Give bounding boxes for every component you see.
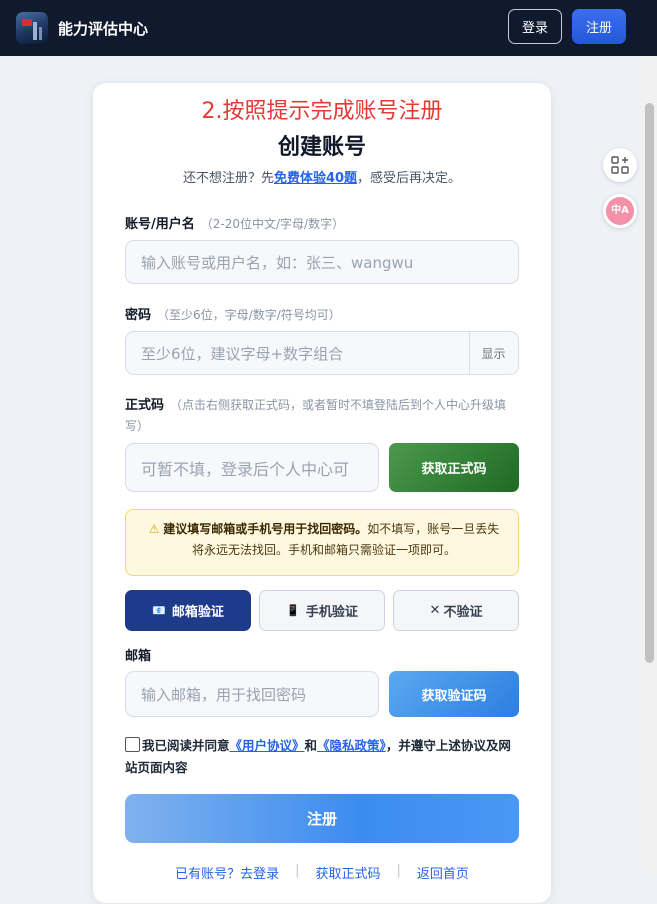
account-note: （2-20位中文/字母/数字）: [200, 217, 345, 231]
apps-icon: [611, 156, 629, 174]
brand-title[interactable]: 能力评估中心: [58, 18, 148, 39]
get-verify-code-button[interactable]: 获取验证码: [389, 671, 519, 717]
account-input[interactable]: 输入账号或用户名，如：张三、wangwu: [125, 240, 519, 284]
email-label: 邮箱: [125, 649, 152, 664]
translate-button[interactable]: 中A: [603, 194, 637, 228]
warning-icon: ⚠: [148, 522, 164, 536]
back-home-link[interactable]: 返回首页: [417, 863, 469, 882]
tower-icon: [33, 22, 37, 40]
password-label-text: 密码: [125, 308, 152, 323]
building-icon: [39, 27, 42, 40]
agreement: 我已阅读并同意《用户协议》和《隐私政策》，并遵守上述协议及网站页面内容: [125, 735, 521, 779]
phone-icon: 📱: [286, 604, 300, 617]
subtitle: 还不想注册？先免费体验40题，感受后再决定。: [93, 167, 551, 186]
warning-bold: 建议填写邮箱或手机号用于找回密码。: [163, 522, 368, 536]
email-input[interactable]: 输入邮箱，用于找回密码: [125, 671, 379, 717]
privacy-policy-link[interactable]: 《隐私政策》: [317, 738, 386, 753]
agree-and: 和: [304, 738, 318, 753]
password-input[interactable]: 至少6位，建议字母+数字组合: [125, 331, 519, 375]
tab-phone-verify[interactable]: 📱 手机验证: [259, 590, 385, 631]
code-note: （点击右侧获取正式码，或者暂时不填登陆后到个人中心升级填写）: [125, 398, 507, 433]
tab-email-label: 邮箱验证: [171, 605, 224, 620]
submit-register-button[interactable]: 注册: [125, 794, 519, 843]
close-icon: ✕: [429, 603, 441, 618]
register-card: 2.按照提示完成账号注册 创建账号 还不想注册？先免费体验40题，感受后再决定。…: [92, 82, 552, 904]
scrollbar-thumb[interactable]: [645, 103, 654, 663]
tab-no-verify[interactable]: ✕ 不验证: [393, 590, 519, 631]
tab-email-verify[interactable]: 📧 邮箱验证: [125, 590, 251, 631]
show-password-button[interactable]: 显示: [469, 331, 517, 375]
account-label-text: 账号/用户名: [125, 217, 195, 232]
tab-no-verify-label: 不验证: [443, 605, 483, 620]
agree-checkbox[interactable]: [125, 737, 140, 752]
get-code-button[interactable]: 获取正式码: [389, 443, 519, 492]
email-icon: 📧: [152, 604, 166, 617]
subtitle-prefix: 还不想注册？先: [182, 171, 274, 186]
logo[interactable]: [16, 12, 48, 44]
account-label: 账号/用户名 （2-20位中文/字母/数字）: [125, 213, 344, 232]
step-hint: 2.按照提示完成账号注册: [201, 99, 443, 124]
login-button[interactable]: 登录: [508, 9, 562, 44]
code-label: 正式码 （点击右侧获取正式码，或者暂时不填登陆后到个人中心升级填写）: [125, 395, 519, 437]
divider: |: [396, 863, 401, 878]
apps-button[interactable]: [603, 148, 637, 182]
code-input[interactable]: 可暂不填，登录后个人中心可: [125, 443, 379, 492]
top-navbar: 能力评估中心 登录 注册: [0, 0, 657, 56]
free-trial-link[interactable]: 免费体验40题: [274, 171, 357, 186]
code-label-text: 正式码: [125, 398, 165, 413]
flag-icon: [22, 19, 32, 26]
divider: |: [295, 863, 300, 878]
get-code-link[interactable]: 获取正式码: [315, 863, 380, 882]
bottom-links: 已有账号？去登录 | 获取正式码 | 返回首页: [125, 863, 519, 882]
warning-box: ⚠ 建议填写邮箱或手机号用于找回密码。如不填写，账号一旦丢失将永远无法找回。手机…: [125, 509, 519, 576]
go-login-link[interactable]: 已有账号？去登录: [175, 863, 279, 882]
translate-icon: 中A: [606, 197, 634, 225]
register-top-button[interactable]: 注册: [572, 9, 626, 44]
page-title: 创建账号: [277, 135, 366, 160]
subtitle-suffix: ，感受后再决定。: [357, 171, 462, 186]
agree-prefix: 我已阅读并同意: [142, 738, 230, 753]
password-label: 密码 （至少6位，字母/数字/符号均可）: [125, 304, 341, 323]
user-agreement-link[interactable]: 《用户协议》: [230, 738, 305, 753]
tab-phone-label: 手机验证: [305, 605, 358, 620]
password-note: （至少6位，字母/数字/符号均可）: [157, 308, 341, 322]
